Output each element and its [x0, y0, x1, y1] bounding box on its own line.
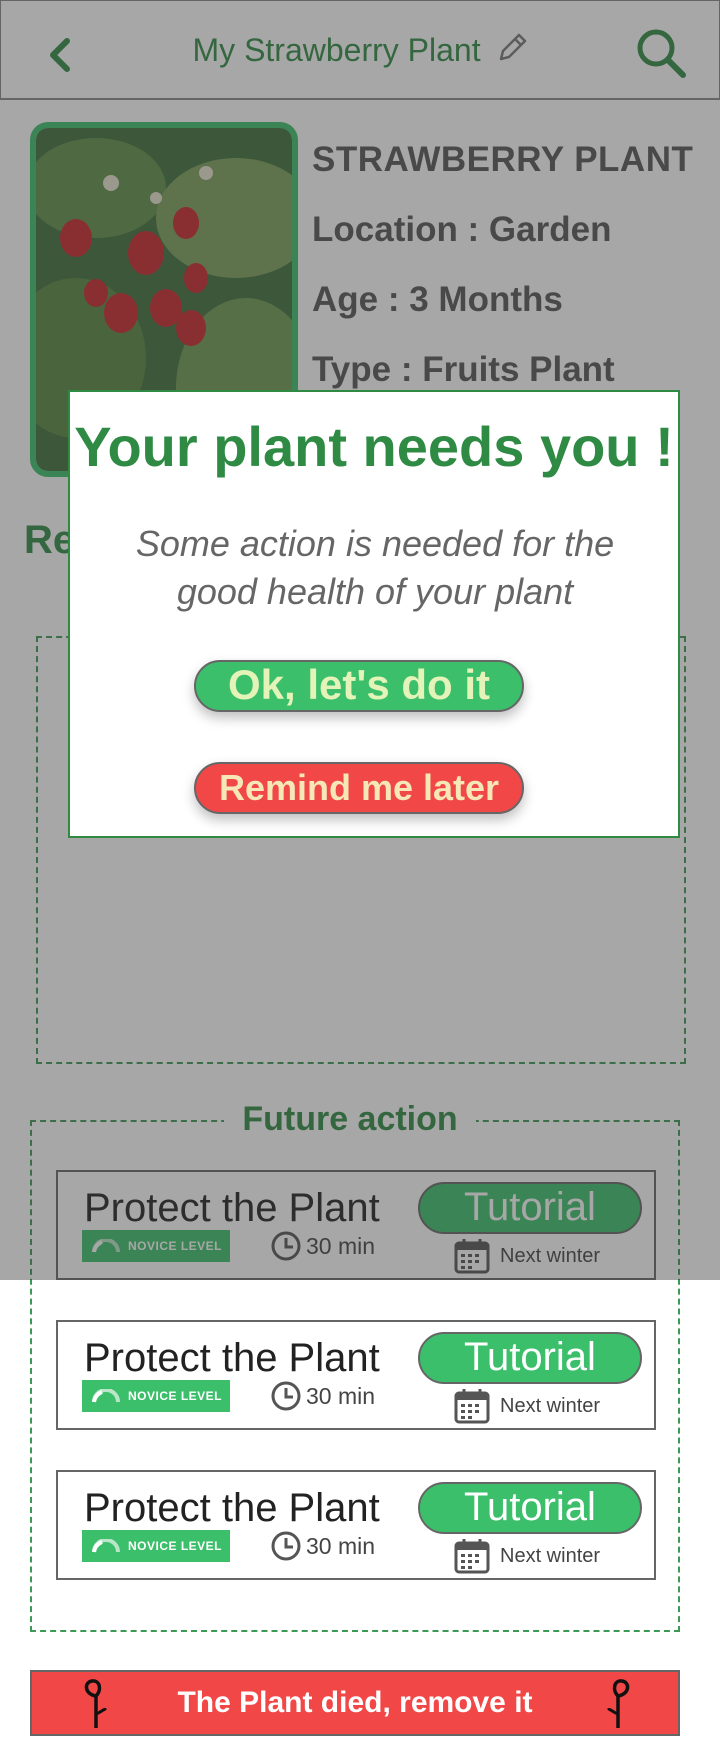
action-when: Next winter — [454, 1388, 600, 1424]
remove-plant-label: The Plant died, remove it — [177, 1686, 533, 1719]
action-when: Next winter — [454, 1538, 600, 1574]
clock-icon — [271, 1381, 301, 1411]
plant-alert-modal: Your plant needs you ! Some action is ne… — [68, 390, 680, 838]
level-label: NOVICE LEVEL — [128, 1389, 223, 1403]
wilted-plant-icon — [606, 1679, 630, 1728]
tutorial-button[interactable]: Tutorial — [418, 1482, 642, 1534]
modal-message: Some action is needed for the good healt… — [135, 523, 615, 612]
level-gauge-icon — [92, 1539, 120, 1553]
tutorial-button[interactable]: Tutorial — [418, 1332, 642, 1384]
modal-title: Your plant needs you ! — [74, 415, 674, 478]
level-badge: NOVICE LEVEL — [82, 1530, 230, 1562]
remove-plant-button[interactable]: The Plant died, remove it — [30, 1670, 680, 1736]
level-badge: NOVICE LEVEL — [82, 1380, 230, 1412]
action-card[interactable]: Protect the Plant NOVICE LEVEL 30 min Tu… — [56, 1470, 656, 1580]
when-label: Next winter — [500, 1394, 601, 1417]
clock-icon — [271, 1531, 301, 1561]
calendar-icon — [454, 1389, 490, 1424]
ok-button[interactable]: Ok, let's do it — [194, 660, 524, 712]
wilted-plant-icon — [84, 1679, 108, 1728]
duration-label: 30 min — [306, 1382, 376, 1409]
level-label: NOVICE LEVEL — [128, 1539, 223, 1553]
action-duration: 30 min — [270, 1530, 375, 1562]
calendar-icon — [454, 1539, 490, 1574]
level-gauge-icon — [92, 1389, 120, 1403]
action-name: Protect the Plant — [84, 1486, 380, 1530]
remind-later-button[interactable]: Remind me later — [194, 762, 524, 814]
duration-label: 30 min — [306, 1532, 376, 1559]
action-name: Protect the Plant — [84, 1336, 380, 1380]
when-label: Next winter — [500, 1544, 601, 1567]
action-card[interactable]: Protect the Plant NOVICE LEVEL 30 min Tu… — [56, 1320, 656, 1430]
action-duration: 30 min — [270, 1380, 375, 1412]
